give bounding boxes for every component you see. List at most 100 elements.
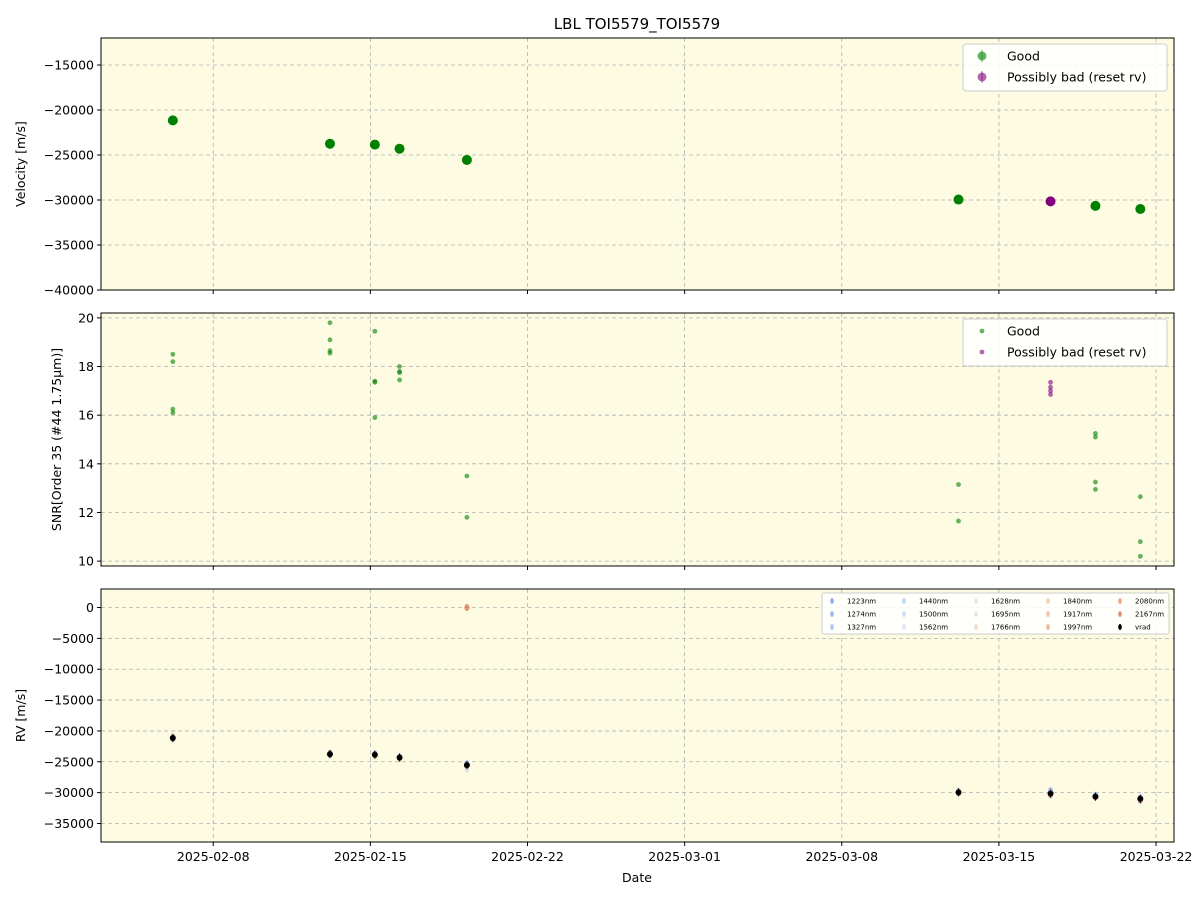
x-tick-label: 2025-03-15: [963, 849, 1036, 864]
legend-marker: [830, 624, 834, 630]
legend-marker: [1118, 598, 1122, 604]
snr-point-good: [170, 351, 176, 357]
vrad-point: [1047, 790, 1054, 797]
legend-marker: [902, 611, 906, 617]
y-tick-label: 0: [86, 600, 94, 615]
chart-title: LBL TOI5579_TOI5579: [554, 15, 720, 34]
x-tick-label: 2025-02-22: [491, 849, 564, 864]
y-tick-label: 18: [78, 359, 94, 374]
vrad-point: [326, 751, 333, 758]
legend-label: Good: [1007, 324, 1040, 339]
snr-point-bad: [1048, 379, 1053, 385]
velocity-point-good: [1090, 200, 1101, 211]
legend-marker: [1046, 624, 1050, 630]
snr-point-bad: [1048, 392, 1053, 397]
snr-point-good: [956, 482, 961, 487]
vrad-point: [1092, 793, 1099, 800]
y-tick-label: −25000: [44, 754, 94, 769]
y-tick-label: 16: [78, 408, 94, 423]
y-tick-label: −20000: [44, 723, 94, 738]
y-tick-label: 14: [78, 456, 94, 471]
legend-marker: [830, 611, 834, 617]
legend-marker: [902, 624, 906, 630]
legend-marker: [979, 328, 985, 334]
y-axis-label: SNR[Order 35 (#44 1.75μm)]: [49, 348, 64, 531]
snr-point-good: [1137, 553, 1143, 559]
y-tick-label: −15000: [44, 58, 94, 73]
vrad-point: [371, 751, 378, 758]
legend-label: Possibly bad (reset rv): [1007, 345, 1146, 360]
legend-label: 1628nm: [991, 598, 1020, 606]
vrad-point: [955, 789, 962, 796]
y-tick-label: −30000: [44, 193, 94, 208]
snr-point-good: [464, 473, 470, 479]
velocity-point-good: [953, 194, 964, 205]
y-tick-label: −40000: [44, 283, 94, 298]
snr-point-good: [956, 518, 961, 524]
legend-label: 1440nm: [919, 598, 948, 606]
vrad-point: [463, 762, 470, 769]
y-tick-label: −30000: [44, 785, 94, 800]
snr-point-good: [327, 350, 333, 356]
y-tick-label: 12: [78, 505, 94, 520]
vrad-point: [169, 735, 176, 742]
legend-marker: [902, 598, 906, 604]
snr-point-good: [372, 415, 378, 421]
vrad-point: [396, 754, 403, 761]
figure: LBL TOI5579_TOI5579 −40000 −35000 −30000 −2…: [13, 15, 1193, 885]
y-tick-label: 10: [78, 554, 94, 569]
rv-wavelength-point: [464, 604, 470, 612]
velocity-point-good: [324, 138, 335, 149]
legend-marker: [974, 611, 978, 617]
legend-label: 1223nm: [847, 598, 876, 606]
y-tick-label: −35000: [44, 816, 94, 831]
legend-label: vrad: [1135, 624, 1151, 632]
legend-marker: [1046, 611, 1050, 617]
legend-label: Good: [1007, 49, 1040, 64]
y-tick-label: 20: [78, 310, 94, 325]
legend-marker: [974, 598, 978, 604]
y-tick-label: −35000: [44, 238, 94, 253]
legend-label: 1500nm: [919, 611, 948, 619]
legend-label: 1997nm: [1063, 624, 1092, 632]
y-axis-label: RV [m/s]: [13, 689, 28, 742]
snr-point-good: [372, 328, 378, 334]
snr-point-good: [1093, 434, 1098, 440]
velocity-panel: −40000 −35000 −30000 −25000 −20000 −15000 Velo…: [13, 37, 1175, 298]
legend-marker: [1118, 624, 1122, 630]
legend-label: 2167nm: [1135, 611, 1164, 619]
legend-label: 1840nm: [1063, 598, 1092, 606]
legend-marker: [830, 598, 834, 604]
snr-point-good: [327, 337, 333, 343]
y-tick-label: −15000: [44, 693, 94, 708]
legend-marker: [977, 72, 987, 82]
snr-point-good: [464, 514, 470, 520]
legend-marker: [977, 51, 987, 61]
velocity-point-good: [461, 154, 472, 165]
velocity-point-good: [1135, 204, 1146, 214]
snr-point-good: [327, 320, 333, 326]
snr-point-good: [372, 379, 378, 385]
snr-panel: 10 12 14 16 18 20 SNR[Order 35 (#44 1.75μm)] Go…: [49, 310, 1175, 570]
x-tick-label: 2025-02-08: [177, 849, 250, 864]
legend-label: 1274nm: [847, 611, 876, 619]
legend-marker: [1046, 598, 1050, 604]
snr-point-good: [397, 377, 402, 383]
x-tick-label: 2025-03-22: [1120, 849, 1193, 864]
legend-label: 2080nm: [1135, 598, 1164, 606]
legend-label: 1917nm: [1063, 611, 1092, 619]
velocity-point-bad: [1045, 196, 1056, 207]
legend-label: 1766nm: [991, 624, 1020, 632]
legend-marker: [974, 624, 978, 630]
velocity-point-good: [369, 139, 380, 150]
vrad-point: [1137, 795, 1144, 802]
y-tick-label: −5000: [52, 631, 94, 646]
rv-panel: 2025-02-08 2025-02-15 2025-02-22 2025-03-01…: [13, 588, 1193, 864]
snr-point-good: [170, 359, 176, 365]
snr-point-good: [397, 370, 402, 376]
legend-label: 1695nm: [991, 611, 1020, 619]
x-tick-label: 2025-03-01: [648, 849, 721, 864]
y-axis-label: Velocity [m/s]: [13, 121, 28, 207]
y-tick-label: −20000: [44, 103, 94, 118]
snr-point-good: [397, 364, 402, 369]
